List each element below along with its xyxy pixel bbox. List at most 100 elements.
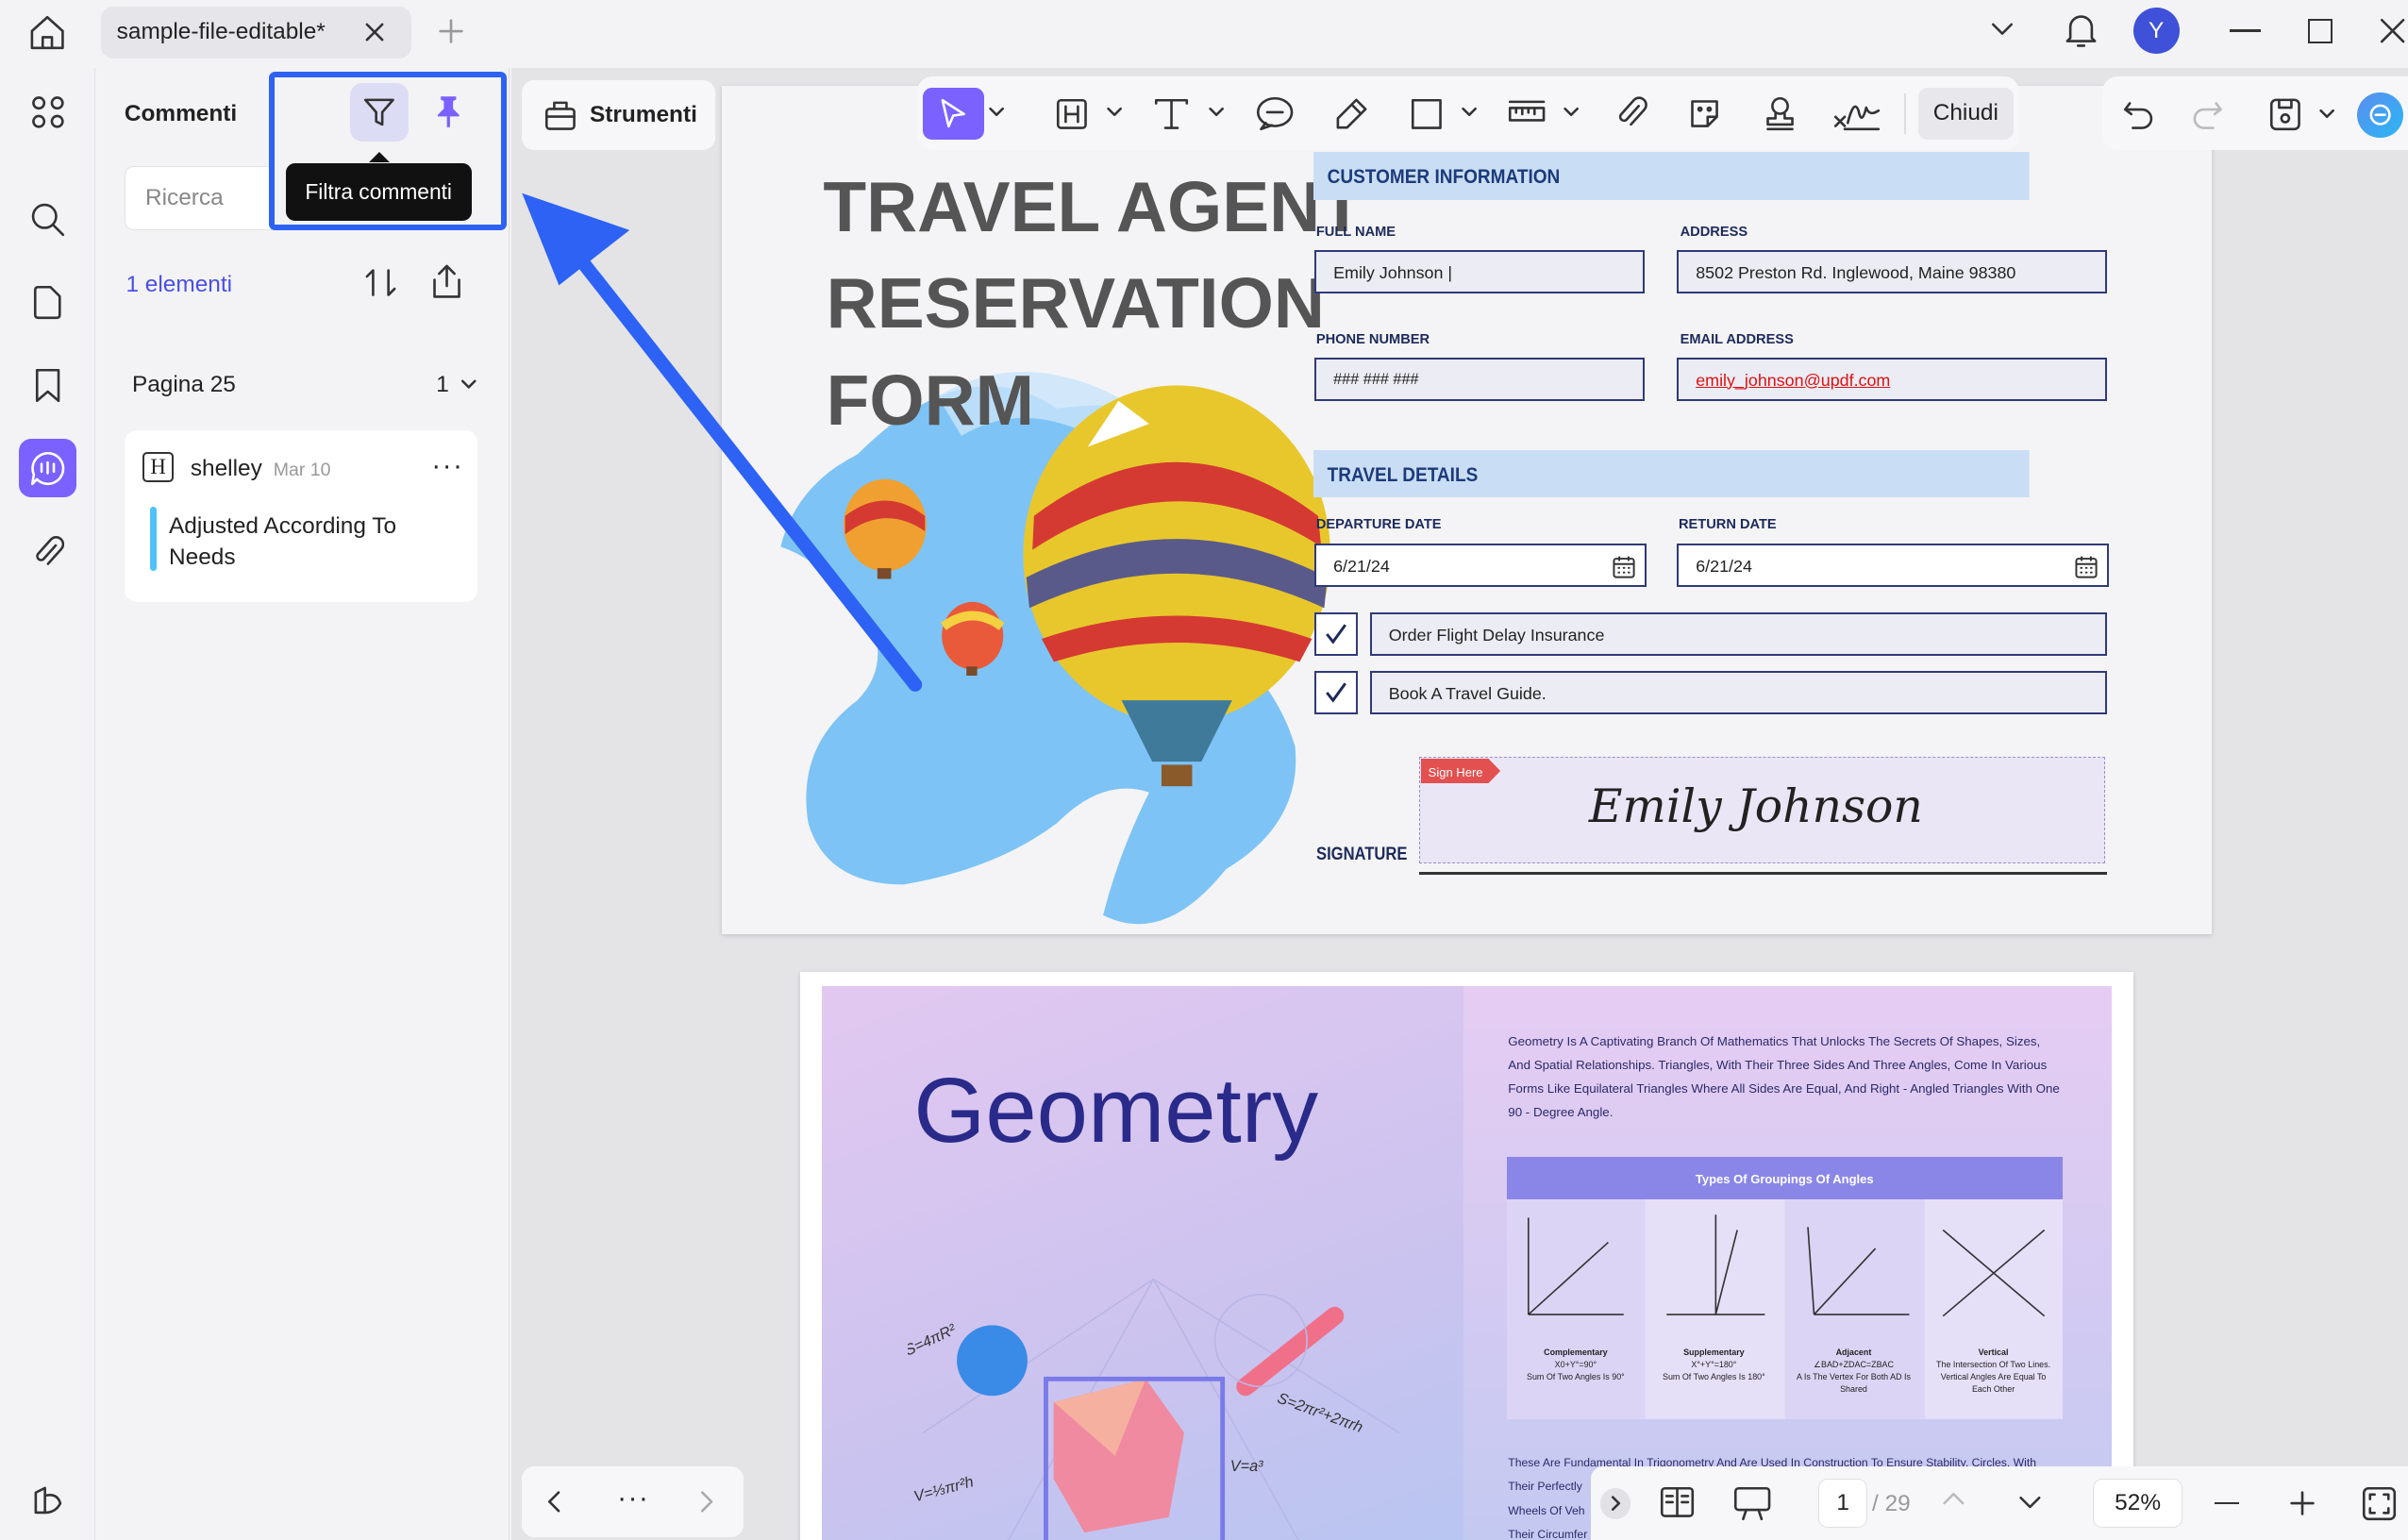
email-label: EMAIL ADDRESS — [1680, 331, 1794, 347]
save-icon[interactable] — [2268, 95, 2302, 132]
ai-assistant-icon[interactable] — [19, 1471, 77, 1530]
guide-checkbox[interactable] — [1314, 671, 1358, 714]
sticker-tool-icon[interactable] — [1681, 88, 1728, 140]
fit-page-icon[interactable] — [2361, 1485, 2398, 1522]
reading-mode-icon[interactable] — [1659, 1485, 1696, 1519]
attachment-icon[interactable] — [19, 522, 77, 580]
check-icon — [1326, 624, 1346, 644]
signature-field[interactable]: Emily Johnson — [1418, 757, 2106, 863]
highlight-icon[interactable] — [1052, 88, 1092, 140]
chevron-down-icon[interactable] — [2019, 1495, 2041, 1510]
document-tab[interactable]: sample-file-editable* — [101, 6, 412, 59]
toolbar-divider — [1904, 93, 1906, 134]
stamp-tool-icon[interactable] — [1757, 88, 1803, 140]
zoom-in-icon[interactable] — [2290, 1491, 2315, 1516]
attach-tool-icon[interactable] — [1608, 88, 1654, 140]
bell-icon[interactable] — [2063, 10, 2099, 50]
intro-paragraph: Geometry Is A Captivating Branch Of Math… — [1508, 1034, 2060, 1119]
redo-icon[interactable] — [2190, 97, 2224, 131]
new-tab-icon[interactable] — [439, 18, 464, 43]
chevron-down-icon[interactable] — [989, 106, 1005, 118]
text-tool-icon[interactable] — [1150, 88, 1194, 140]
angle-card: Vertical The Intersection Of Two Lines. V… — [1931, 1347, 2056, 1396]
annotation-arrow-icon — [522, 193, 923, 693]
search-icon[interactable] — [19, 191, 77, 249]
avatar[interactable]: Y — [2132, 8, 2180, 54]
close-tab-icon[interactable] — [362, 20, 387, 44]
chevron-down-icon[interactable] — [1990, 20, 2015, 39]
shape-tool-icon[interactable] — [1405, 88, 1448, 140]
pen-tool-icon[interactable] — [1329, 88, 1375, 140]
home-icon[interactable] — [27, 14, 67, 51]
signature-text: Emily Johnson — [1588, 779, 1923, 834]
angle-desc: Sum Of Two Angles Is 90° — [1527, 1372, 1625, 1382]
chevron-right-icon[interactable] — [1599, 1488, 1631, 1519]
calendar-icon[interactable] — [2074, 555, 2099, 579]
text-box-icon: H — [142, 451, 174, 483]
chevron-right-icon[interactable] — [699, 1491, 714, 1513]
pdf-page[interactable]: TRAVEL AGENT RESERVATION FORM CUSTOMER I… — [721, 86, 2212, 934]
undo-icon[interactable] — [2122, 97, 2156, 131]
tools-button[interactable]: Strumenti — [522, 79, 716, 151]
phone-field[interactable]: ### ### ### — [1314, 358, 1646, 401]
calendar-icon[interactable] — [1612, 555, 1636, 579]
more-icon[interactable]: ··· — [617, 1482, 649, 1515]
return-value: 6/21/24 — [1696, 556, 1752, 576]
angle-formula: X°+Y°=180° — [1691, 1360, 1737, 1370]
filter-button[interactable] — [350, 82, 409, 142]
zoom-bar: 1 / 29 52% — [1591, 1466, 2408, 1540]
departure-value: 6/21/24 — [1333, 556, 1390, 576]
insurance-checkbox[interactable] — [1314, 612, 1358, 656]
formula-cylinder: S=2πr²+2πrh — [1275, 1390, 1364, 1436]
panel-title: Commenti — [124, 101, 238, 127]
comments-icon[interactable] — [18, 439, 77, 498]
chevron-down-icon[interactable] — [1209, 106, 1224, 118]
sort-icon[interactable] — [362, 264, 399, 301]
email-field[interactable]: emily_johnson@updf.com — [1677, 358, 2108, 401]
chevron-up-icon[interactable] — [1943, 1491, 1965, 1506]
zoom-level[interactable]: 52% — [2093, 1479, 2182, 1529]
chevron-left-icon[interactable] — [546, 1491, 561, 1513]
ai-icon[interactable] — [2357, 92, 2404, 139]
chevron-down-icon[interactable] — [2318, 108, 2334, 120]
search-input[interactable]: Ricerca — [124, 165, 273, 231]
return-field[interactable]: 6/21/24 — [1677, 544, 2109, 587]
close-window-icon[interactable] — [2379, 17, 2406, 44]
insurance-label: Order Flight Delay Insurance — [1369, 612, 2108, 656]
more-icon[interactable]: ··· — [431, 450, 463, 482]
measure-tool-icon[interactable] — [1503, 88, 1549, 140]
zoom-out-icon[interactable] — [2214, 1501, 2240, 1505]
chevron-down-icon[interactable] — [1564, 106, 1579, 118]
pin-button[interactable] — [421, 83, 477, 142]
chevron-down-icon[interactable] — [1462, 106, 1478, 118]
maximize-icon[interactable] — [2308, 18, 2333, 43]
thumbnails-icon[interactable] — [19, 83, 77, 142]
chevron-down-icon[interactable] — [1107, 106, 1123, 118]
address-field[interactable]: 8502 Preston Rd. Inglewood, Maine 98380 — [1677, 250, 2108, 293]
minimize-icon[interactable] — [2230, 28, 2261, 32]
comment-tool-icon[interactable] — [1251, 88, 1297, 140]
select-tool[interactable] — [923, 87, 985, 141]
full-name-label: FULL NAME — [1315, 224, 1396, 240]
phone-label: PHONE NUMBER — [1315, 331, 1430, 347]
page-group-label[interactable]: Pagina 25 — [132, 372, 236, 398]
guide-label: Book A Travel Guide. — [1369, 671, 2108, 714]
departure-field[interactable]: 6/21/24 — [1314, 544, 1647, 587]
formula-cone: V=⅓πr²h — [911, 1473, 975, 1505]
angle-name: Vertical — [1978, 1348, 2009, 1358]
page-icon[interactable] — [19, 274, 77, 332]
chevron-down-icon[interactable] — [460, 377, 478, 392]
export-icon[interactable] — [428, 261, 465, 301]
close-tools-button[interactable]: Chiudi — [1917, 87, 2014, 141]
page-number-input[interactable]: 1 — [1818, 1479, 1868, 1529]
tab-title: sample-file-editable* — [116, 18, 326, 44]
bookmark-icon[interactable] — [19, 357, 77, 415]
customer-section-header: CUSTOMER INFORMATION — [1313, 152, 2109, 200]
full-name-field[interactable]: Emily Johnson | — [1314, 250, 1646, 293]
signature-tool-icon[interactable] — [1831, 88, 1882, 140]
comment-card[interactable]: H shelley Mar 10 ··· Adjusted According … — [124, 429, 478, 602]
pdf-page[interactable]: Geometry S=4πR² S=2πr²+2πrh V=a³ V=⅓πr²h… — [799, 972, 2133, 1540]
presentation-icon[interactable] — [1732, 1485, 1772, 1522]
sign-here-tag[interactable]: Sign Here — [1420, 759, 1501, 784]
angle-name: Complementary — [1544, 1348, 1608, 1358]
